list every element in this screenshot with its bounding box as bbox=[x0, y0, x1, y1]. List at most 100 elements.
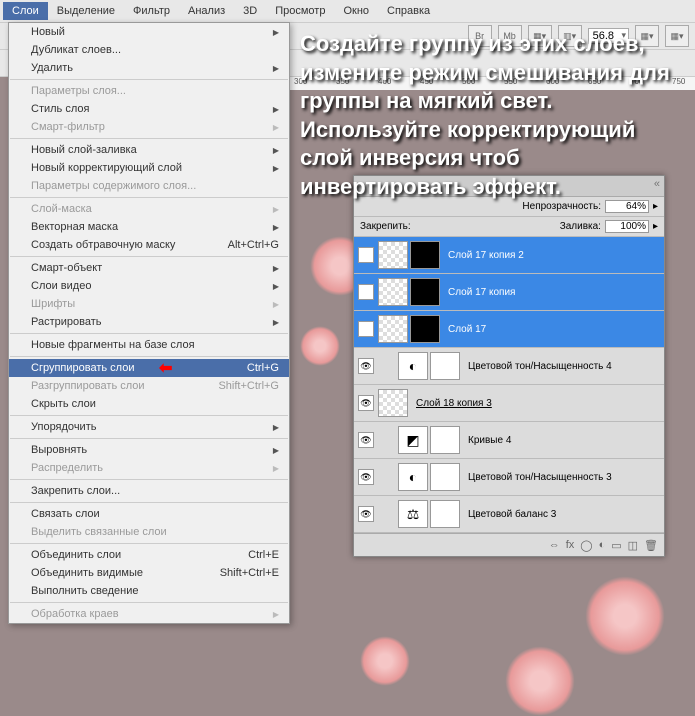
mask-thumb[interactable] bbox=[410, 315, 440, 343]
menu-item-label: Параметры содержимого слоя... bbox=[31, 180, 196, 192]
menu-item[interactable]: Выровнять▶ bbox=[9, 441, 289, 459]
menu-item[interactable]: Новый слой-заливка▶ bbox=[9, 141, 289, 159]
submenu-arrow-icon: ▶ bbox=[273, 282, 279, 291]
panel-footer-button[interactable]: 🗑 bbox=[644, 539, 658, 552]
adjustment-thumb[interactable]: ◩ bbox=[398, 426, 428, 454]
menu-item-label: Стиль слоя bbox=[31, 103, 89, 115]
visibility-eye-icon[interactable]: 👁 bbox=[358, 395, 374, 411]
layer-thumb[interactable] bbox=[378, 389, 408, 417]
adjustment-thumb[interactable]: ◐ bbox=[398, 463, 428, 491]
layer-thumb[interactable] bbox=[378, 278, 408, 306]
menu-item[interactable]: Скрыть слои bbox=[9, 395, 289, 413]
layer-row[interactable]: 👁 Слой 17 копия bbox=[354, 274, 664, 311]
panel-fill-row: Закрепить: Заливка: ▸ bbox=[354, 217, 664, 237]
layer-name[interactable]: Слой 17 копия 2 bbox=[448, 250, 660, 261]
menu-separator bbox=[10, 479, 288, 480]
mask-thumb[interactable] bbox=[430, 500, 460, 528]
mask-thumb[interactable] bbox=[410, 241, 440, 269]
opacity-input[interactable] bbox=[605, 200, 649, 213]
menu-shortcut: Alt+Ctrl+G bbox=[228, 239, 279, 251]
layer-name[interactable]: Слой 17 bbox=[448, 324, 660, 335]
layer-row[interactable]: 👁 ⚖ Цветовой баланс 3 bbox=[354, 496, 664, 533]
menu-separator bbox=[10, 602, 288, 603]
menu-справка[interactable]: Справка bbox=[378, 2, 439, 20]
menu-item-label: Слои видео bbox=[31, 280, 91, 292]
panel-footer-button[interactable]: ⇔ bbox=[549, 539, 560, 551]
menu-item[interactable]: Упорядочить▶ bbox=[9, 418, 289, 436]
visibility-eye-icon[interactable]: 👁 bbox=[358, 284, 374, 300]
panel-footer-button[interactable]: ◯ bbox=[580, 539, 592, 552]
adjustment-thumb[interactable]: ⚖ bbox=[398, 500, 428, 528]
menu-item[interactable]: Связать слои bbox=[9, 505, 289, 523]
menu-item[interactable]: Слои видео ▶ bbox=[9, 277, 289, 295]
menu-item[interactable]: Растрировать▶ bbox=[9, 313, 289, 331]
layer-name[interactable]: Цветовой тон/Насыщенность 4 bbox=[468, 361, 660, 372]
layer-name[interactable]: Слой 18 копия 3 bbox=[416, 398, 660, 409]
panel-footer-button[interactable]: ◫ bbox=[628, 539, 638, 552]
layer-row[interactable]: 👁 ◐ Цветовой тон/Насыщенность 3 bbox=[354, 459, 664, 496]
submenu-arrow-icon: ▶ bbox=[273, 164, 279, 173]
menu-item[interactable]: Объединить видимыеShift+Ctrl+E bbox=[9, 564, 289, 582]
menu-слои[interactable]: Слои bbox=[3, 2, 48, 20]
menu-shortcut: Ctrl+G bbox=[247, 362, 279, 374]
menu-separator bbox=[10, 138, 288, 139]
menu-фильтр[interactable]: Фильтр bbox=[124, 2, 179, 20]
visibility-eye-icon[interactable]: 👁 bbox=[358, 247, 374, 263]
menu-item-label: Смарт-объект bbox=[31, 262, 102, 274]
opacity-arrow-icon[interactable]: ▸ bbox=[653, 201, 658, 212]
submenu-arrow-icon: ▶ bbox=[273, 318, 279, 327]
layer-row[interactable]: 👁 Слой 18 копия 3 bbox=[354, 385, 664, 422]
menu-item[interactable]: Новые фрагменты на базе слоя bbox=[9, 336, 289, 354]
menu-item[interactable]: Объединить слоиCtrl+E bbox=[9, 546, 289, 564]
menu-item-label: Объединить видимые bbox=[31, 567, 143, 579]
menu-item[interactable]: Векторная маска▶ bbox=[9, 218, 289, 236]
layer-row[interactable]: 👁 ◐ Цветовой тон/Насыщенность 4 bbox=[354, 348, 664, 385]
menu-separator bbox=[10, 333, 288, 334]
tutorial-overlay-text: Создайте группу из этих слоев, измените … bbox=[300, 30, 680, 202]
layers-panel[interactable]: « Непрозрачность: ▸ Закрепить: Заливка: … bbox=[353, 175, 665, 557]
menu-item[interactable]: Закрепить слои... bbox=[9, 482, 289, 500]
mask-thumb[interactable] bbox=[410, 278, 440, 306]
menu-item-label: Новый корректирующий слой bbox=[31, 162, 182, 174]
menu-item[interactable]: Дубликат слоев... bbox=[9, 41, 289, 59]
fill-arrow-icon[interactable]: ▸ bbox=[653, 221, 658, 232]
layer-row[interactable]: 👁 Слой 17 копия 2 bbox=[354, 237, 664, 274]
layer-name[interactable]: Кривые 4 bbox=[468, 435, 660, 446]
fill-input[interactable] bbox=[605, 220, 649, 233]
menu-окно[interactable]: Окно bbox=[334, 2, 378, 20]
menu-item-label: Параметры слоя... bbox=[31, 85, 126, 97]
mask-thumb[interactable] bbox=[430, 463, 460, 491]
menu-item[interactable]: Выполнить сведение bbox=[9, 582, 289, 600]
panel-footer-button[interactable]: ◐ bbox=[599, 539, 606, 551]
visibility-eye-icon[interactable]: 👁 bbox=[358, 432, 374, 448]
menu-item[interactable]: Смарт-объект▶ bbox=[9, 259, 289, 277]
layer-name[interactable]: Цветовой тон/Насыщенность 3 bbox=[468, 472, 660, 483]
visibility-eye-icon[interactable]: 👁 bbox=[358, 321, 374, 337]
mask-thumb[interactable] bbox=[430, 426, 460, 454]
menu-просмотр[interactable]: Просмотр bbox=[266, 2, 334, 20]
menu-separator bbox=[10, 197, 288, 198]
menu-item[interactable]: Удалить▶ bbox=[9, 59, 289, 77]
visibility-eye-icon[interactable]: 👁 bbox=[358, 358, 374, 374]
menu-item[interactable]: Создать обтравочную маскуAlt+Ctrl+G bbox=[9, 236, 289, 254]
visibility-eye-icon[interactable]: 👁 bbox=[358, 506, 374, 522]
adjustment-thumb[interactable]: ◐ bbox=[398, 352, 428, 380]
layer-row[interactable]: 👁 Слой 17 bbox=[354, 311, 664, 348]
layer-thumb[interactable] bbox=[378, 241, 408, 269]
menu-item[interactable]: Новый▶ bbox=[9, 23, 289, 41]
menu-item[interactable]: Сгруппировать слоиCtrl+G⬅ bbox=[9, 359, 289, 377]
visibility-eye-icon[interactable]: 👁 bbox=[358, 469, 374, 485]
panel-footer-button[interactable]: fx bbox=[566, 539, 575, 551]
layer-name[interactable]: Цветовой баланс 3 bbox=[468, 509, 660, 520]
menu-выделение[interactable]: Выделение bbox=[48, 2, 124, 20]
layer-name[interactable]: Слой 17 копия bbox=[448, 287, 660, 298]
menu-анализ[interactable]: Анализ bbox=[179, 2, 234, 20]
menu-item[interactable]: Новый корректирующий слой ▶ bbox=[9, 159, 289, 177]
menu-3d[interactable]: 3D bbox=[234, 2, 266, 20]
panel-footer-button[interactable]: ▭ bbox=[611, 539, 621, 552]
menu-separator bbox=[10, 256, 288, 257]
layer-row[interactable]: 👁 ◩ Кривые 4 bbox=[354, 422, 664, 459]
menu-item[interactable]: Стиль слоя▶ bbox=[9, 100, 289, 118]
mask-thumb[interactable] bbox=[430, 352, 460, 380]
layer-thumb[interactable] bbox=[378, 315, 408, 343]
